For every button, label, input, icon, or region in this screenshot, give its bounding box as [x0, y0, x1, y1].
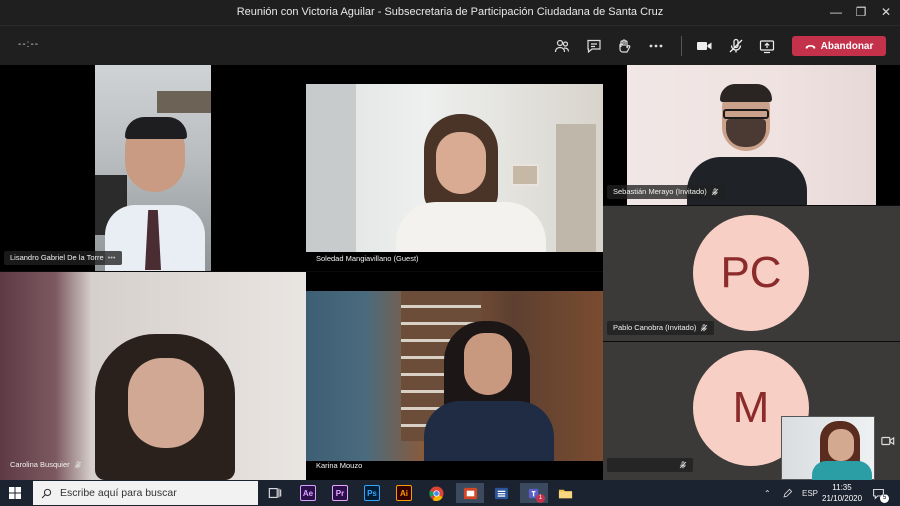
name-label: Karina Mouzo	[310, 459, 368, 473]
file-explorer-icon[interactable]	[554, 483, 576, 503]
premiere-icon[interactable]: Pr	[329, 483, 351, 503]
window-title: Reunión con Victoria Aguilar - Subsecret…	[236, 6, 664, 18]
more-options-icon[interactable]: •••	[108, 251, 116, 265]
glasses-shape	[723, 109, 769, 119]
meeting-timer: --:--	[18, 39, 40, 50]
notification-count: 5	[880, 494, 889, 503]
raise-hand-icon[interactable]	[613, 35, 635, 57]
leave-label: Abandonar	[820, 40, 874, 52]
search-icon	[41, 488, 52, 498]
video-tile-karina[interactable]: Karina Mouzo	[306, 272, 603, 480]
wall-panel	[306, 84, 356, 252]
more-icon[interactable]	[645, 35, 667, 57]
illustrator-icon[interactable]: Ai	[393, 483, 415, 503]
word-icon[interactable]	[490, 483, 512, 503]
participant-name: Karina Mouzo	[316, 461, 363, 470]
doorway	[556, 124, 596, 252]
taskbar: Escribe aquí para buscar Ae Pr Ps Ai 1 ⌃…	[0, 480, 900, 506]
video-feed	[627, 65, 876, 205]
video-tile-pablo[interactable]: PC Pablo Canobra (Invitado)	[603, 206, 900, 341]
name-label: Lisandro Gabriel De la Torre •••	[4, 251, 122, 265]
app-label: Ps	[364, 485, 380, 501]
mic-muted-icon	[701, 324, 708, 332]
camera-switch-icon[interactable]	[881, 434, 897, 448]
camera-icon[interactable]	[693, 35, 715, 57]
face-shape	[464, 333, 512, 395]
video-tile-m[interactable]: M	[603, 342, 900, 480]
wall-shelf	[157, 91, 211, 113]
chat-icon[interactable]	[583, 35, 605, 57]
tray-expand-icon[interactable]: ⌃	[764, 480, 771, 506]
video-grid: Lisandro Gabriel De la Torre ••• Soledad…	[0, 65, 900, 480]
shirt-shape	[812, 461, 872, 480]
name-label: Sebastián Merayo (Invitado)	[607, 185, 725, 199]
share-screen-icon[interactable]	[756, 35, 778, 57]
teams-icon[interactable]: 1	[520, 483, 548, 503]
video-feed	[95, 65, 211, 271]
toolbar-divider	[681, 36, 682, 56]
windows-start-icon[interactable]	[9, 487, 21, 499]
video-tile-carolina[interactable]: Carolina Busquier	[0, 272, 306, 480]
face-shape	[828, 429, 854, 461]
avatar: PC	[693, 215, 809, 331]
participant-name: Pablo Canobra (Invitado)	[613, 323, 697, 332]
blouse-shape	[396, 202, 546, 252]
name-label	[607, 458, 693, 472]
name-label: Pablo Canobra (Invitado)	[607, 321, 715, 335]
mic-muted-icon	[74, 461, 81, 469]
mic-off-icon[interactable]	[725, 35, 747, 57]
clock-date: 21/10/2020	[822, 494, 863, 503]
video-feed	[306, 291, 603, 461]
name-label: Carolina Busquier	[4, 458, 88, 472]
hair-shape	[720, 84, 772, 102]
taskbar-search[interactable]: Escribe aquí para buscar	[33, 481, 258, 505]
video-feed	[0, 272, 306, 480]
minimize-icon[interactable]: —	[826, 3, 846, 21]
video-tile-sebastian[interactable]: Sebastián Merayo (Invitado)	[603, 65, 900, 205]
notification-badge: 1	[536, 494, 545, 503]
video-tile-lisandro[interactable]: Lisandro Gabriel De la Torre •••	[0, 65, 306, 271]
hang-up-icon	[805, 44, 815, 49]
app-label: Pr	[332, 485, 348, 501]
participant-name: Soledad Mangiavillano (Guest)	[316, 254, 419, 263]
leave-button[interactable]: Abandonar	[792, 36, 886, 56]
mic-muted-icon	[679, 461, 687, 469]
photoshop-icon[interactable]: Ps	[361, 483, 383, 503]
search-placeholder: Escribe aquí para buscar	[60, 487, 177, 499]
face-shape	[128, 358, 204, 448]
title-bar: Reunión con Victoria Aguilar - Subsecret…	[0, 0, 900, 25]
app-label: Ai	[396, 485, 412, 501]
task-view-icon[interactable]	[264, 483, 286, 503]
clock-time: 11:35	[832, 483, 852, 492]
participant-name: Sebastián Merayo (Invitado)	[613, 187, 707, 196]
chrome-icon[interactable]	[425, 483, 447, 503]
language-indicator[interactable]: ESP	[802, 480, 818, 506]
participant-name: Carolina Busquier	[10, 460, 70, 469]
self-view[interactable]	[781, 416, 875, 480]
video-feed	[306, 84, 603, 252]
face-shape	[436, 132, 486, 194]
hair-shape	[125, 117, 187, 139]
mic-muted-icon	[711, 188, 719, 196]
after-effects-icon[interactable]: Ae	[297, 483, 319, 503]
clock[interactable]: 11:35 21/10/2020	[822, 482, 862, 504]
participants-icon[interactable]	[551, 35, 573, 57]
app-label: Ae	[300, 485, 316, 501]
powerpoint-icon[interactable]	[456, 483, 484, 503]
participant-name: Lisandro Gabriel De la Torre	[10, 253, 104, 262]
video-tile-soledad[interactable]: Soledad Mangiavillano (Guest)	[306, 65, 603, 271]
action-center-icon[interactable]: 5	[872, 480, 889, 506]
wall-picture	[511, 164, 539, 186]
sweater-shape	[424, 401, 554, 461]
close-icon[interactable]: ✕	[876, 3, 896, 21]
maximize-icon[interactable]: ❐	[851, 3, 871, 21]
name-label: Soledad Mangiavillano (Guest)	[310, 252, 425, 266]
pen-icon[interactable]	[782, 480, 793, 506]
meeting-toolbar: --:-- Abandonar	[0, 25, 900, 65]
